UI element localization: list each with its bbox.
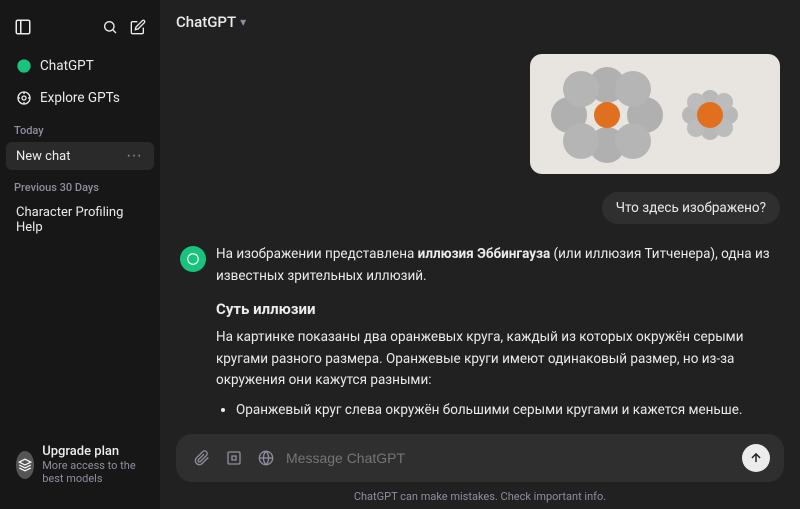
bullet-item-1: Оранжевый круг слева окружён большими се… <box>236 400 780 422</box>
upgrade-title: Upgrade plan <box>42 444 144 459</box>
chat-area: Что здесь изображено? На изображении пре… <box>160 44 800 426</box>
sidebar-explore-label: Explore GPTs <box>40 90 120 106</box>
main-panel: ChatGPT ▾ <box>160 0 800 509</box>
sidebar: ChatGPT Explore GPTs Today New chat ··· … <box>0 0 160 509</box>
header-chevron[interactable]: ▾ <box>240 15 246 29</box>
user-bubble: Что здесь изображено? <box>602 192 780 224</box>
chat-item-menu-button[interactable]: ··· <box>124 148 144 164</box>
canvas-button[interactable] <box>222 448 246 468</box>
ebbinghaus-illusion-svg <box>535 57 775 172</box>
bullet-list: Оранжевый круг слева окружён большими се… <box>216 400 780 426</box>
assistant-message: На изображении представлена иллюзия Эбби… <box>180 244 780 426</box>
upgrade-icon <box>16 451 34 479</box>
assistant-content: На изображении представлена иллюзия Эбби… <box>216 244 780 426</box>
sidebar-top-bar <box>0 8 160 50</box>
user-message: Что здесь изображено? <box>180 192 780 224</box>
char-profiling-chat-item[interactable]: Character Profiling Help <box>6 199 154 241</box>
assistant-intro-text: На изображении представлена <box>216 246 418 262</box>
illusion-name: иллюзия Эббингауза <box>418 246 551 262</box>
new-chat-label: New chat <box>16 149 70 164</box>
upgrade-plan-item[interactable]: Upgrade plan More access to the best mod… <box>6 436 154 493</box>
sidebar-item-chatgpt[interactable]: ChatGPT <box>6 51 154 81</box>
today-section-label: Today <box>0 114 160 141</box>
char-profiling-label: Character Profiling Help <box>16 205 144 235</box>
header: ChatGPT ▾ <box>160 0 800 44</box>
sidebar-item-explore[interactable]: Explore GPTs <box>6 83 154 113</box>
input-box <box>176 434 784 482</box>
previous-section-label: Previous 30 Days <box>0 171 160 198</box>
search-button[interactable] <box>98 15 122 39</box>
explore-icon <box>16 90 32 106</box>
upgrade-subtitle: More access to the best models <box>42 459 144 485</box>
send-button[interactable] <box>742 444 770 472</box>
illusion-image <box>530 54 780 174</box>
sidebar-bottom: Upgrade plan More access to the best mod… <box>0 428 160 501</box>
toggle-sidebar-button[interactable] <box>10 14 36 40</box>
description-paragraph: На картинке показаны два оранжевых круга… <box>216 327 780 392</box>
attach-button[interactable] <box>190 448 214 468</box>
message-input[interactable] <box>286 450 734 466</box>
assistant-intro-paragraph: На изображении представлена иллюзия Эбби… <box>216 244 780 287</box>
sidebar-chatgpt-label: ChatGPT <box>40 58 94 74</box>
openai-icon <box>186 252 200 266</box>
new-chat-icon-button[interactable] <box>126 15 150 39</box>
input-area <box>160 426 800 486</box>
footer-disclaimer: ChatGPT can make mistakes. Check importa… <box>160 486 800 509</box>
header-title: ChatGPT ▾ <box>176 13 246 31</box>
upgrade-text: Upgrade plan More access to the best mod… <box>42 444 144 485</box>
chatgpt-icon <box>16 58 32 74</box>
assistant-avatar <box>180 246 206 272</box>
section-title: Суть иллюзии <box>216 297 780 321</box>
new-chat-item[interactable]: New chat ··· <box>6 142 154 170</box>
web-search-button[interactable] <box>254 448 278 468</box>
user-image-message <box>180 54 780 174</box>
